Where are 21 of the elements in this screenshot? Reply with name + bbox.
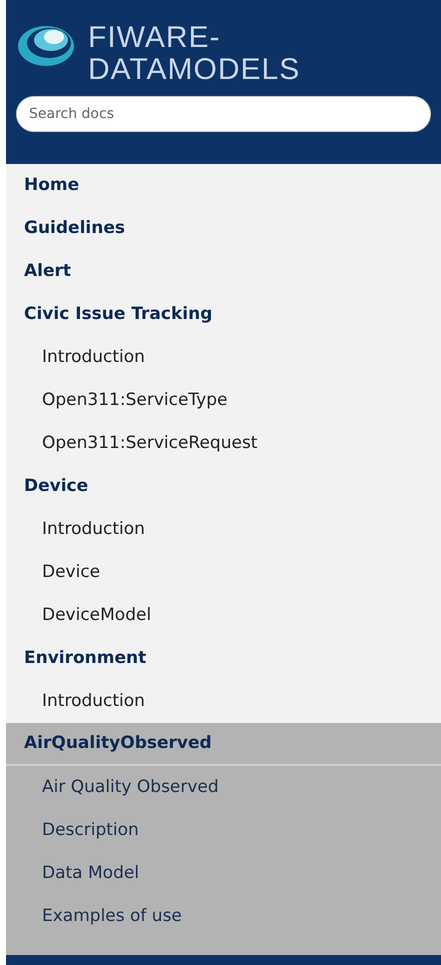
nav-item-link[interactable]: Introduction	[6, 336, 441, 379]
logo-text: FIWARE-	[88, 22, 222, 54]
nav-section-link[interactable]: Alert	[6, 250, 441, 293]
nav-item-link[interactable]: Description	[6, 809, 441, 852]
nav-item-link[interactable]: DeviceModel	[6, 594, 441, 637]
nav-section-link[interactable]: Guidelines	[6, 207, 441, 250]
nav-item-link[interactable]: Examples of use	[6, 895, 441, 938]
nav-item-link[interactable]: Introduction	[6, 508, 441, 551]
nav-item-link[interactable]: Introduction	[6, 680, 441, 723]
nav-section-link[interactable]: Civic Issue Tracking	[6, 293, 441, 336]
nav-item-link[interactable]: Device	[6, 551, 441, 594]
nav-section-link[interactable]: Environment	[6, 637, 441, 680]
nav-section-link[interactable]: AirQualityObserved	[6, 723, 441, 766]
nav-item-link[interactable]: Open311:ServiceType	[6, 379, 441, 422]
nav-item-link[interactable]: Open311:ServiceRequest	[6, 422, 441, 465]
nav-section-link[interactable]: Device	[6, 465, 441, 508]
nav-item-link[interactable]: Data Model	[6, 852, 441, 895]
search-field[interactable]: Search docs	[16, 96, 431, 132]
logo-text: DATAMODELS	[88, 54, 300, 86]
nav-item-link[interactable]: Air Quality Observed	[6, 766, 441, 809]
nav-section-link[interactable]: Home	[6, 164, 441, 207]
